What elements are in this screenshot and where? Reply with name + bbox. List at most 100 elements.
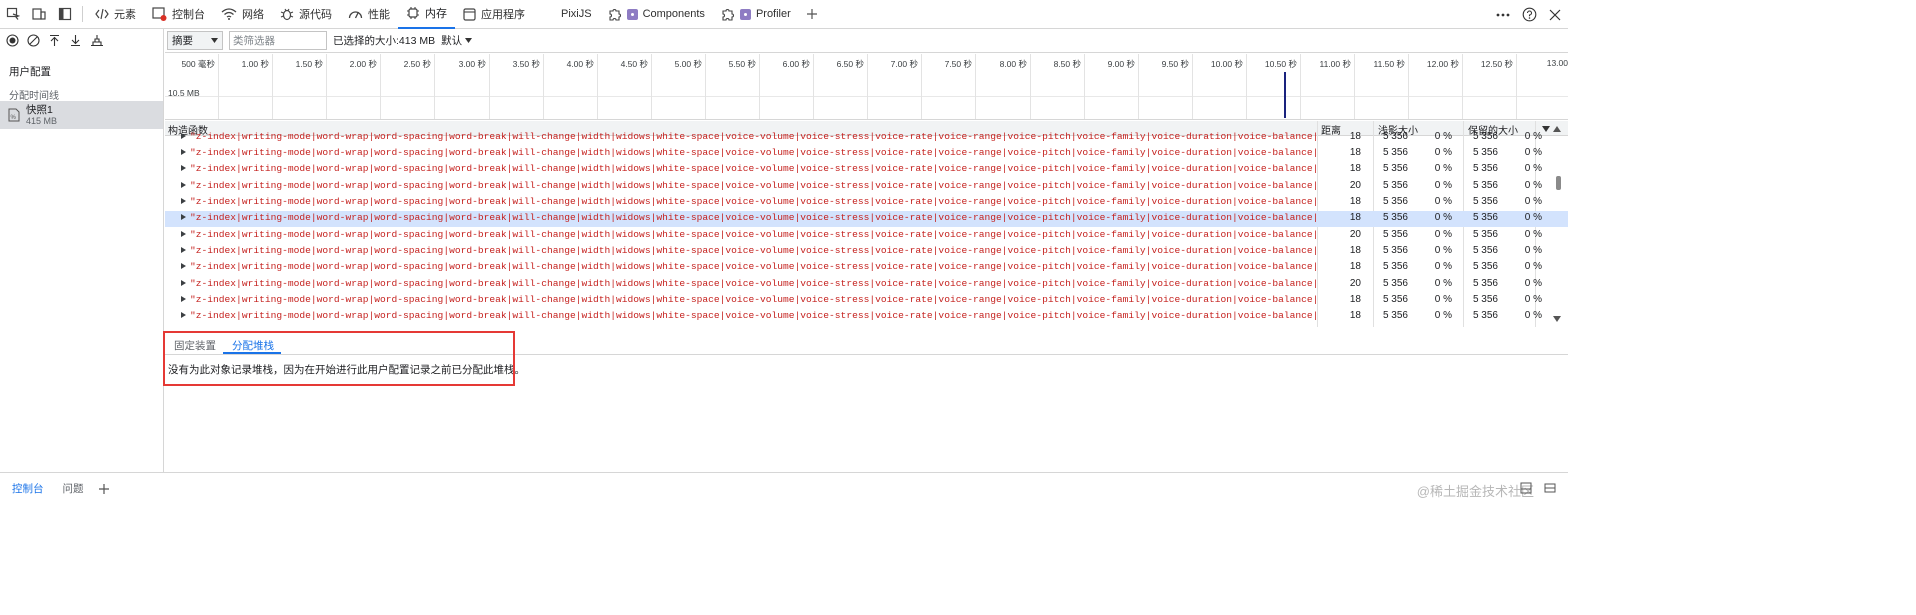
timeline-gridline bbox=[597, 54, 598, 119]
table-row[interactable]: "z-index|writing-mode|word-wrap|word-spa… bbox=[165, 179, 1568, 195]
timeline-gridline bbox=[1030, 54, 1031, 119]
table-row[interactable]: "z-index|writing-mode|word-wrap|word-spa… bbox=[165, 162, 1568, 178]
class-filter-input[interactable]: 类筛选器 bbox=[229, 31, 327, 50]
table-row[interactable]: "z-index|writing-mode|word-wrap|word-spa… bbox=[165, 309, 1568, 325]
inspect-element-icon[interactable] bbox=[0, 0, 26, 29]
tab-components[interactable]: Components bbox=[600, 0, 713, 29]
expand-arrow-icon[interactable] bbox=[181, 165, 186, 172]
row-distance: 18 bbox=[1349, 212, 1361, 224]
row-retained-percent: 0 % bbox=[1524, 277, 1542, 289]
more-options-icon[interactable] bbox=[1490, 0, 1516, 29]
table-row[interactable]: "z-index|writing-mode|word-wrap|word-spa… bbox=[165, 260, 1568, 276]
expand-arrow-icon[interactable] bbox=[181, 246, 186, 253]
allocation-bar[interactable] bbox=[1284, 72, 1286, 118]
react-devtools-icon bbox=[739, 8, 751, 20]
add-tab-icon[interactable] bbox=[799, 0, 825, 29]
expand-arrow-icon[interactable] bbox=[181, 214, 186, 221]
expand-arrow-icon[interactable] bbox=[181, 132, 186, 139]
row-constructor-name: "z-index|writing-mode|word-wrap|word-spa… bbox=[190, 163, 1317, 175]
tab-elements-label: 元素 bbox=[114, 9, 136, 21]
close-drawer-icon[interactable] bbox=[1544, 482, 1556, 497]
table-row[interactable]: "z-index|writing-mode|word-wrap|word-spa… bbox=[165, 293, 1568, 309]
timeline-mb-label: 10.5 MB bbox=[168, 88, 200, 98]
tab-network[interactable]: 网络 bbox=[213, 0, 272, 29]
row-shallow-percent: 0 % bbox=[1434, 277, 1452, 289]
timeline-gridline bbox=[1138, 54, 1139, 119]
row-distance: 20 bbox=[1349, 179, 1361, 191]
record-icon[interactable] bbox=[6, 33, 19, 47]
table-row[interactable]: "z-index|writing-mode|word-wrap|word-spa… bbox=[165, 195, 1568, 211]
table-row[interactable]: "z-index|writing-mode|word-wrap|word-spa… bbox=[165, 211, 1568, 228]
window-icon bbox=[463, 7, 476, 21]
row-shallow-size: 5 356 bbox=[1382, 195, 1408, 207]
clear-icon[interactable] bbox=[27, 33, 40, 47]
highlight-annotation-box bbox=[163, 331, 515, 386]
heap-table: 构造函数 距离 浅影大小 保留的大小 "z-index|writing-mode… bbox=[165, 121, 1568, 327]
tab-elements[interactable]: 元素 bbox=[87, 0, 144, 29]
code-icon bbox=[95, 8, 109, 20]
tab-console[interactable]: 控制台 bbox=[144, 0, 213, 29]
expand-arrow-icon[interactable] bbox=[181, 296, 186, 302]
row-retained-percent: 0 % bbox=[1524, 130, 1542, 142]
timeline-tick-label: 1.50 秒 bbox=[295, 59, 323, 69]
add-drawer-tab-icon[interactable] bbox=[91, 474, 117, 503]
view-select-value: 摘要 bbox=[172, 35, 193, 47]
drawer-tab-console[interactable]: 控制台 bbox=[0, 479, 51, 499]
expand-arrow-icon[interactable] bbox=[181, 148, 186, 155]
load-profile-icon[interactable] bbox=[48, 34, 61, 47]
expand-arrow-icon[interactable] bbox=[181, 181, 186, 188]
row-distance: 18 bbox=[1349, 130, 1361, 142]
timeline-tick-label: 10.00 秒 bbox=[1210, 59, 1243, 69]
timeline-gridline bbox=[651, 54, 652, 119]
timeline-tick-label: 6.50 秒 bbox=[836, 59, 864, 69]
table-row[interactable]: "z-index|writing-mode|word-wrap|word-spa… bbox=[165, 277, 1568, 293]
row-shallow-percent: 0 % bbox=[1434, 179, 1452, 191]
row-shallow-size: 5 356 bbox=[1382, 228, 1408, 240]
snapshot-item[interactable]: % 快照1 415 MB bbox=[0, 101, 163, 129]
memory-toolbar: 摘要 类筛选器 已选择的大小:413 MB 默认 bbox=[165, 29, 1568, 53]
default-select[interactable]: 默认 bbox=[441, 33, 473, 48]
timeline-tick-label: 2.50 秒 bbox=[403, 59, 431, 69]
table-row[interactable]: "z-index|writing-mode|word-wrap|word-spa… bbox=[165, 244, 1568, 260]
dock-drawer-icon[interactable] bbox=[1520, 482, 1532, 497]
help-icon[interactable] bbox=[1516, 0, 1542, 29]
profile-type-label: 分配时间线 bbox=[9, 91, 59, 102]
device-toolbar-icon[interactable] bbox=[26, 0, 52, 29]
tab-profiler[interactable]: Profiler bbox=[713, 0, 799, 29]
allocation-timeline[interactable]: 10.5 MB 500 毫秒 1.00 秒 1.50 秒 2.00 秒 2.50 秒 3.… bbox=[165, 54, 1568, 120]
table-row[interactable]: "z-index|writing-mode|word-wrap|word-spa… bbox=[165, 146, 1568, 162]
timeline-gridline bbox=[1300, 54, 1301, 119]
row-retained-size: 5 356 bbox=[1472, 310, 1498, 322]
tab-sources[interactable]: 源代码 bbox=[272, 0, 340, 29]
table-row[interactable]: "z-index|writing-mode|word-wrap|word-spa… bbox=[165, 228, 1568, 244]
row-shallow-size: 5 356 bbox=[1382, 310, 1408, 322]
row-distance: 18 bbox=[1349, 163, 1361, 175]
timeline-gridline bbox=[813, 54, 814, 119]
row-shallow-size: 5 356 bbox=[1382, 277, 1408, 289]
table-row[interactable]: "z-index|writing-mode|word-wrap|word-spa… bbox=[165, 130, 1568, 146]
console-icon bbox=[152, 7, 167, 21]
tab-pixijs[interactable]: PixiJS bbox=[553, 0, 600, 29]
collect-garbage-icon[interactable] bbox=[90, 34, 104, 47]
close-icon[interactable] bbox=[1542, 0, 1568, 29]
drawer-tab-issues[interactable]: 问题 bbox=[51, 479, 91, 499]
dock-sidebar-icon[interactable] bbox=[52, 0, 78, 29]
timeline-gridline bbox=[272, 54, 273, 119]
expand-arrow-icon[interactable] bbox=[181, 263, 186, 270]
row-shallow-percent: 0 % bbox=[1434, 163, 1452, 175]
timeline-gridline bbox=[1354, 54, 1355, 119]
default-select-value: 默认 bbox=[441, 35, 463, 47]
tab-memory[interactable]: 内存 bbox=[398, 0, 455, 29]
expand-arrow-icon[interactable] bbox=[181, 230, 186, 237]
expand-arrow-icon[interactable] bbox=[181, 312, 186, 319]
snapshot-size: 415 MB bbox=[26, 115, 58, 126]
timeline-gridline bbox=[705, 54, 706, 119]
profiles-heading: 用户配置 bbox=[9, 66, 51, 78]
save-profile-icon[interactable] bbox=[69, 34, 82, 47]
row-constructor-name: "z-index|writing-mode|word-wrap|word-spa… bbox=[190, 195, 1317, 207]
expand-arrow-icon[interactable] bbox=[181, 279, 186, 286]
expand-arrow-icon[interactable] bbox=[181, 197, 186, 204]
tab-performance[interactable]: 性能 bbox=[340, 0, 398, 29]
tab-application[interactable]: 应用程序 bbox=[455, 0, 533, 29]
view-select[interactable]: 摘要 bbox=[167, 31, 223, 50]
